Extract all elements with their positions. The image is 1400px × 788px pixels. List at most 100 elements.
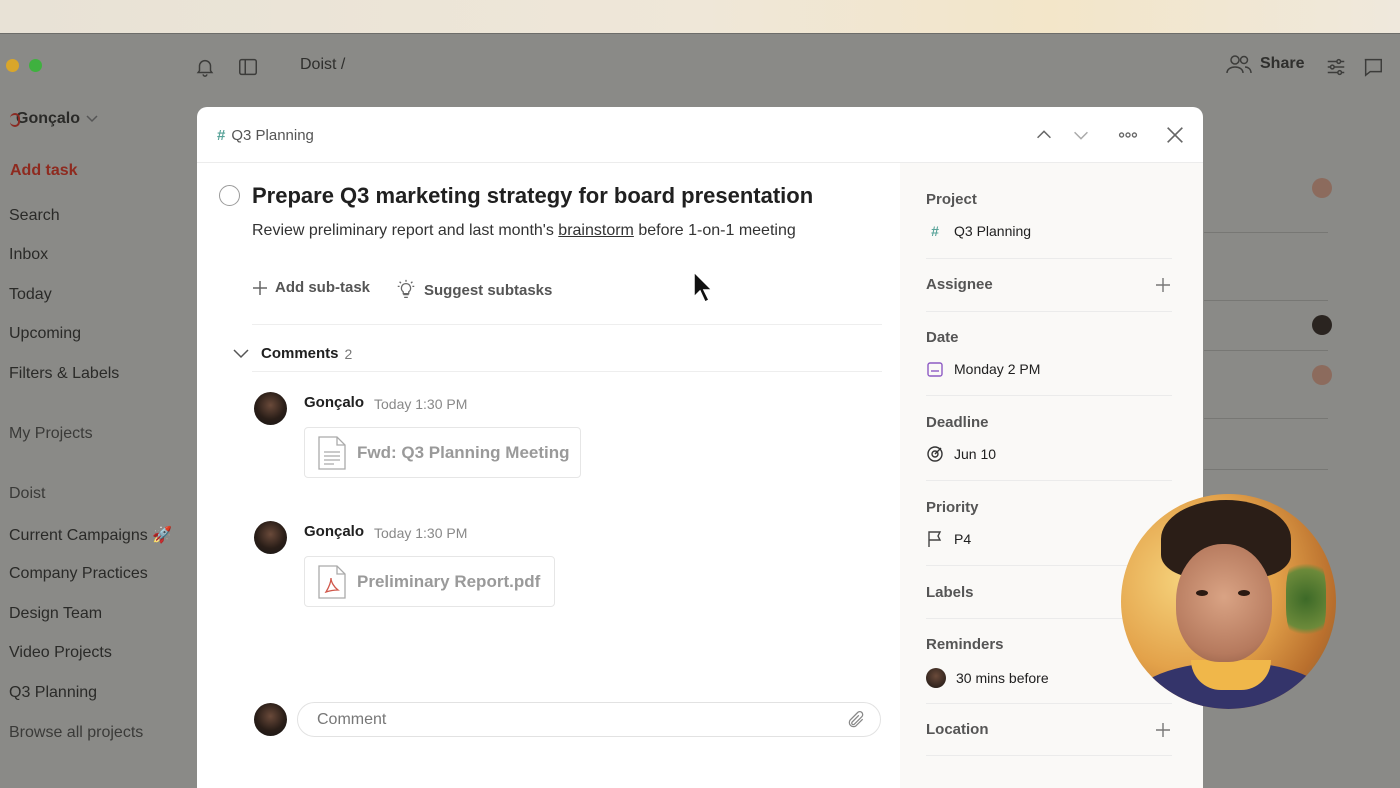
side-divider <box>926 311 1172 312</box>
more-options-icon[interactable] <box>1117 124 1139 146</box>
deadline-selector[interactable]: Jun 10 <box>926 445 996 463</box>
sidebar-toggle-icon[interactable] <box>237 56 259 78</box>
comment-placeholder: Comment <box>317 711 387 728</box>
labels-label[interactable]: Labels <box>926 584 974 601</box>
description-link[interactable]: brainstorm <box>558 222 634 239</box>
team-heading[interactable]: Doist <box>9 485 45 503</box>
comment-input[interactable]: Comment <box>297 702 881 737</box>
sidebar-item-filters-labels[interactable]: Filters & Labels <box>9 365 119 383</box>
webcam-overlay <box>1121 494 1336 709</box>
lightbulb-icon <box>397 279 415 298</box>
plant-image <box>1286 554 1326 644</box>
pdf-icon <box>318 564 346 599</box>
sidebar-project-company-practices[interactable]: Company Practices <box>9 565 148 583</box>
comment-icon[interactable] <box>1362 56 1384 78</box>
project-breadcrumb[interactable]: # Q3 Planning <box>217 127 314 144</box>
attachment-name: Preliminary Report.pdf <box>357 571 541 591</box>
location-label[interactable]: Location <box>926 721 989 738</box>
deadline-label: Deadline <box>926 414 989 431</box>
comments-label: Comments <box>261 345 339 362</box>
reminder-item[interactable]: 30 mins before <box>926 668 1049 688</box>
project-value: Q3 Planning <box>954 223 1032 239</box>
sidebar-project-design-team[interactable]: Design Team <box>9 605 102 623</box>
my-projects-heading[interactable]: My Projects <box>9 425 93 443</box>
project-breadcrumb-label: Q3 Planning <box>231 127 314 144</box>
comments-toggle[interactable]: Comments 2 <box>233 345 352 362</box>
section-divider <box>252 371 882 372</box>
description-text: before 1-on-1 meeting <box>633 222 796 239</box>
task-detail-modal: # Q3 Planning Prepare Q3 marketing strat… <box>197 107 1203 788</box>
avatar <box>926 668 946 688</box>
hash-icon: # <box>217 127 226 144</box>
attachment-card[interactable]: Fwd: Q3 Planning Meeting <box>304 427 581 478</box>
task-description[interactable]: Review preliminary report and last month… <box>252 222 796 240</box>
browse-all-projects-link[interactable]: Browse all projects <box>9 724 143 742</box>
sidebar-project-current-campaigns[interactable]: Current Campaigns 🚀 <box>9 525 172 545</box>
background-avatar <box>1312 178 1332 198</box>
comment-author: Gonçalo <box>304 523 365 540</box>
sidebar-item-search[interactable]: Search <box>9 207 60 225</box>
comment-time: Today 1:30 PM <box>374 525 468 541</box>
presenter-face <box>1176 544 1272 662</box>
assignee-label[interactable]: Assignee <box>926 276 993 293</box>
background-divider <box>1204 300 1328 301</box>
background-divider <box>1204 350 1328 351</box>
priority-value: P4 <box>954 531 972 547</box>
add-subtask-label: Add sub-task <box>275 279 371 296</box>
date-label: Date <box>926 329 959 346</box>
background-divider <box>1204 418 1328 419</box>
share-button[interactable]: Share <box>1226 54 1304 74</box>
presenter-eye <box>1238 590 1250 596</box>
presenter-eye <box>1196 590 1208 596</box>
project-selector[interactable]: # Q3 Planning <box>926 223 1031 239</box>
suggest-subtasks-label: Suggest subtasks <box>424 281 553 299</box>
sidebar-project-q3-planning[interactable]: Q3 Planning <box>9 684 97 702</box>
side-divider <box>926 258 1172 259</box>
sidebar-item-today[interactable]: Today <box>9 286 52 304</box>
background-divider <box>1204 232 1328 233</box>
attachment-name: Fwd: Q3 Planning Meeting <box>357 442 570 462</box>
add-location-icon[interactable] <box>1155 722 1171 738</box>
settings-sliders-icon[interactable] <box>1325 56 1347 78</box>
sidebar-item-upcoming[interactable]: Upcoming <box>9 325 81 343</box>
side-divider <box>926 480 1172 481</box>
deadline-value: Jun 10 <box>954 446 997 462</box>
section-divider <box>252 324 882 325</box>
calendar-icon <box>927 362 943 377</box>
user-name: Gonçalo <box>16 110 81 127</box>
paperclip-icon[interactable] <box>846 709 866 731</box>
comment-time: Today 1:30 PM <box>374 396 468 412</box>
date-selector[interactable]: Monday 2 PM <box>926 360 1040 378</box>
plus-icon <box>253 280 267 295</box>
breadcrumb[interactable]: Doist / <box>300 56 345 74</box>
sidebar-project-video-projects[interactable]: Video Projects <box>9 644 112 662</box>
suggest-subtasks-button[interactable]: Suggest subtasks <box>395 279 552 301</box>
project-label: Project <box>926 191 977 208</box>
background-divider <box>1204 469 1328 470</box>
sidebar-item-inbox[interactable]: Inbox <box>9 246 48 264</box>
comments-count: 2 <box>344 345 353 362</box>
user-menu[interactable]: Gonçalo <box>10 110 98 128</box>
side-divider <box>926 395 1172 396</box>
add-task-button[interactable]: Add task <box>10 162 78 180</box>
attachment-card[interactable]: Preliminary Report.pdf <box>304 556 555 607</box>
modal-header: # Q3 Planning <box>197 107 1203 163</box>
side-divider <box>926 755 1172 756</box>
avatar <box>254 392 287 425</box>
chevron-up-icon[interactable] <box>1033 124 1055 146</box>
chevron-down-icon[interactable] <box>1070 124 1092 146</box>
priority-label: Priority <box>926 499 979 516</box>
avatar <box>254 521 287 554</box>
task-title[interactable]: Prepare Q3 marketing strategy for board … <box>252 183 813 209</box>
close-icon[interactable] <box>1164 124 1186 146</box>
user-avatar <box>10 113 20 127</box>
document-icon <box>318 435 346 470</box>
flag-icon <box>928 531 942 547</box>
priority-selector[interactable]: P4 <box>926 530 971 548</box>
add-assignee-icon[interactable] <box>1155 277 1171 293</box>
complete-task-checkbox[interactable] <box>219 185 240 206</box>
add-subtask-button[interactable]: Add sub-task <box>252 279 370 296</box>
sidebar: Gonçalo Add task Search Inbox Today Upco… <box>0 34 198 788</box>
mouse-cursor-icon <box>693 270 714 304</box>
desktop-background-strip <box>0 0 1400 34</box>
